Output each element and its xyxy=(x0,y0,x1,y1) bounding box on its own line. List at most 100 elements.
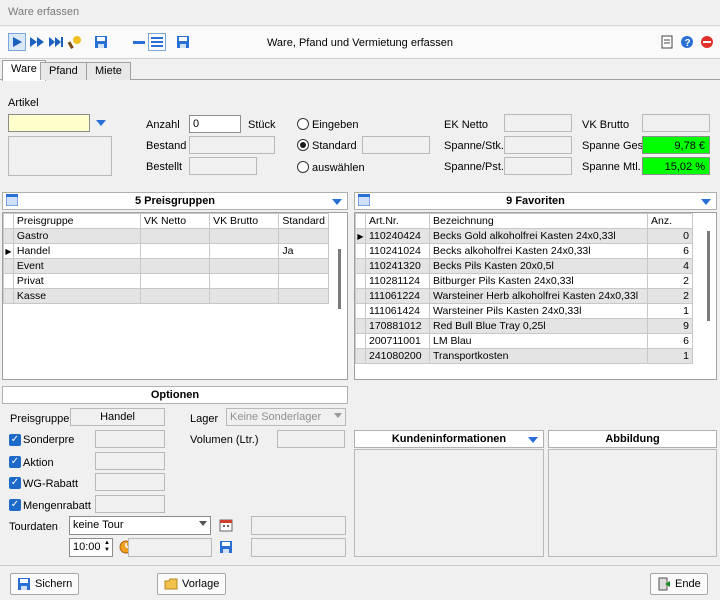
spin-icon[interactable]: ▲ ▼ xyxy=(104,540,110,554)
cell-nr: 110281124 xyxy=(365,273,430,289)
table-icon xyxy=(357,193,371,209)
artikel-info-box xyxy=(8,136,112,176)
calendar-icon[interactable] xyxy=(219,518,233,535)
save-icon[interactable] xyxy=(92,33,110,51)
tour-select-value: keine Tour xyxy=(73,519,124,531)
anzahl-unit: Stück xyxy=(248,119,276,131)
radio-standard-label: Standard xyxy=(312,140,357,152)
spanne-mtl-value: 15,02 % xyxy=(642,157,710,175)
radio-eingeben[interactable] xyxy=(297,118,309,130)
tab-miete[interactable]: Miete xyxy=(86,62,131,80)
save-icon[interactable] xyxy=(219,540,233,557)
list-view-icon[interactable] xyxy=(148,33,166,51)
sichern-button[interactable]: Sichern xyxy=(10,573,80,595)
spanne-ges-value: 9,78 € xyxy=(642,136,710,154)
vorlage-button[interactable]: Vorlage xyxy=(157,573,227,595)
table-row[interactable]: Kasse xyxy=(3,288,329,304)
wg-rabatt-label: WG-Rabatt xyxy=(23,478,79,490)
scrollbar[interactable] xyxy=(338,249,341,309)
bestand-field xyxy=(189,136,275,154)
standard-field xyxy=(362,136,430,154)
scrollbar[interactable] xyxy=(707,231,710,321)
svg-text:?: ? xyxy=(685,38,691,49)
preisgruppen-title: 5 Preisgruppen xyxy=(134,195,216,207)
favoriten-dropdown-icon[interactable] xyxy=(701,199,711,205)
tour-select[interactable]: keine Tour xyxy=(69,516,211,535)
cell-nr: 110241320 xyxy=(365,258,430,274)
col-anz[interactable]: Anz. xyxy=(647,213,693,229)
cell-bez: Becks Pils Kasten 20x0,5l xyxy=(429,258,648,274)
artikel-input[interactable] xyxy=(8,114,90,132)
wizard-icon[interactable] xyxy=(66,33,84,51)
save-template-icon[interactable] xyxy=(174,33,192,51)
favoriten-header: 9 Favoriten xyxy=(354,192,717,210)
radio-standard[interactable] xyxy=(297,139,309,151)
table-row[interactable]: 111061224 Warsteiner Herb alkoholfrei Kas… xyxy=(355,288,693,304)
help-icon[interactable]: ? xyxy=(678,33,696,51)
col-art-nr[interactable]: Art.Nr. xyxy=(365,213,430,229)
col-standard[interactable]: Standard xyxy=(278,213,329,229)
collapse-icon[interactable] xyxy=(130,33,148,51)
time-input[interactable]: 10:00 ▲ ▼ xyxy=(69,538,113,557)
ek-netto-label: EK Netto xyxy=(444,119,489,131)
table-row[interactable]: 111061424 Warsteiner Pils Kasten 24x0,33l… xyxy=(355,303,693,319)
anzahl-input[interactable]: 0 xyxy=(189,115,241,133)
sonderpreis-checkbox[interactable]: ✓ xyxy=(9,434,21,446)
table-row[interactable]: ▶ 110240424 Becks Gold alkoholfrei Kasten … xyxy=(355,228,693,244)
table-row[interactable]: 110281124 Bitburger Pils Kasten 24x0,33l 2 xyxy=(355,273,693,289)
mengenrabatt-checkbox[interactable]: ✓ xyxy=(9,499,21,511)
aktion-checkbox[interactable]: ✓ xyxy=(9,456,21,468)
preisgruppen-grid: Preisgruppe VK Netto VK Brutto Standard … xyxy=(2,212,348,380)
artikel-label: Artikel xyxy=(8,97,39,109)
wg-rabatt-checkbox[interactable]: ✓ xyxy=(9,477,21,489)
vk-brutto-label: VK Brutto xyxy=(582,119,630,131)
cell-anz: 9 xyxy=(647,318,693,334)
col-preisgruppe[interactable]: Preisgruppe xyxy=(12,213,142,229)
table-row[interactable]: Privat xyxy=(3,273,329,289)
artikel-dropdown-icon[interactable] xyxy=(96,120,106,126)
col-bezeichnung[interactable]: Bezeichnung xyxy=(429,213,648,229)
table-row[interactable]: Gastro xyxy=(3,228,329,244)
folder-icon xyxy=(164,578,178,590)
radio-auswaehlen[interactable] xyxy=(297,161,309,173)
tab-pfand[interactable]: Pfand xyxy=(40,62,87,80)
save-icon xyxy=(18,578,30,590)
ende-button[interactable]: Ende xyxy=(650,573,708,595)
skip-forward-icon[interactable] xyxy=(47,33,65,51)
preisgruppen-dropdown-icon[interactable] xyxy=(332,199,342,205)
table-row[interactable]: 200711001 LM Blau 6 xyxy=(355,333,693,349)
preisgruppen-header: 5 Preisgruppen xyxy=(2,192,348,210)
bottom-bar xyxy=(0,565,720,600)
spanne-stk-label: Spanne/Stk. xyxy=(444,140,504,152)
chevron-down-icon xyxy=(199,521,207,526)
lager-select-value: Keine Sonderlager xyxy=(230,411,322,423)
document-icon[interactable] xyxy=(658,33,676,51)
col-vk-brutto[interactable]: VK Brutto xyxy=(209,213,280,229)
bestellt-label: Bestellt xyxy=(146,161,183,173)
table-row[interactable]: 110241320 Becks Pils Kasten 20x0,5l 4 xyxy=(355,258,693,274)
table-row[interactable]: 241080200 Transportkosten 1 xyxy=(355,348,693,364)
fast-forward-icon[interactable] xyxy=(28,33,46,51)
cell-anz: 0 xyxy=(647,228,693,244)
table-row[interactable]: 110241024 Becks alkoholfrei Kasten 24x0,3… xyxy=(355,243,693,259)
cell-bez: Warsteiner Herb alkoholfrei Kasten 24x0,… xyxy=(429,288,648,304)
lager-select[interactable]: Keine Sonderlager xyxy=(226,408,346,426)
play-icon[interactable] xyxy=(8,33,26,51)
cell-nr: 111061424 xyxy=(365,303,430,319)
sonderpreis-field xyxy=(95,430,165,448)
anzahl-label: Anzahl xyxy=(146,119,180,131)
cell-anz: 1 xyxy=(647,303,693,319)
vorlage-label: Vorlage xyxy=(182,578,220,590)
exit-door-icon xyxy=(658,577,670,591)
title-bar: Ware erfassen xyxy=(0,0,720,26)
window-title: Ware erfassen xyxy=(8,6,80,18)
kunden-dropdown-icon[interactable] xyxy=(528,437,538,443)
preisgruppe-label: Preisgruppe xyxy=(10,413,70,425)
table-row[interactable]: ▶ Handel Ja xyxy=(3,243,329,259)
table-row[interactable]: Event xyxy=(3,258,329,274)
radio-eingeben-label: Eingeben xyxy=(312,119,359,131)
exit-icon[interactable] xyxy=(698,33,716,51)
table-row[interactable]: 170881012 Red Bull Blue Tray 0,25l 9 xyxy=(355,318,693,334)
cell-bez: Bitburger Pils Kasten 24x0,33l xyxy=(429,273,648,289)
col-vk-netto[interactable]: VK Netto xyxy=(140,213,211,229)
